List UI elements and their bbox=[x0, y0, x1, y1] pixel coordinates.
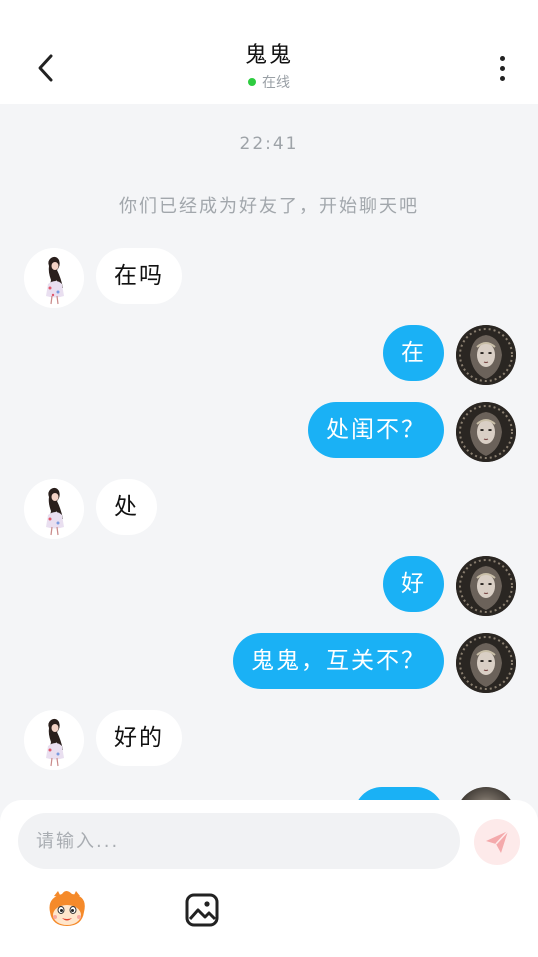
message-bubble-received[interactable]: 在吗 bbox=[96, 248, 182, 304]
message-bubble-sent[interactable]: 鬼鬼，互关不？ bbox=[233, 633, 444, 689]
message-row-received: 处 bbox=[0, 479, 538, 539]
chat-title-area: 鬼鬼 在线 bbox=[0, 42, 538, 92]
dark-avatar-icon bbox=[456, 556, 516, 616]
girl-avatar-icon bbox=[24, 248, 84, 308]
message-row-sent: 鬼鬼，互关不？ bbox=[0, 633, 538, 693]
message-row-received: 好的 bbox=[0, 710, 538, 770]
girl-avatar[interactable] bbox=[24, 479, 84, 539]
more-dot-icon bbox=[499, 75, 505, 81]
chat-header: 鬼鬼 在线 bbox=[0, 0, 538, 104]
message-row-received: 在吗 bbox=[0, 248, 538, 308]
girl-avatar-icon bbox=[24, 479, 84, 539]
contact-name: 鬼鬼 bbox=[244, 43, 293, 68]
message-row-sent: 好 bbox=[0, 556, 538, 616]
message-bubble-received[interactable]: 好的 bbox=[96, 710, 182, 766]
girl-avatar[interactable] bbox=[24, 710, 84, 770]
time-separator: 22:41 bbox=[239, 134, 299, 154]
online-status-label: 在线 bbox=[262, 75, 290, 91]
dark-avatar[interactable] bbox=[456, 325, 516, 385]
girl-avatar[interactable] bbox=[24, 248, 84, 308]
composer-panel bbox=[0, 800, 538, 957]
send-button[interactable] bbox=[474, 819, 520, 865]
girl-avatar-icon bbox=[24, 710, 84, 770]
dark-avatar[interactable] bbox=[456, 402, 516, 462]
emoji-icon bbox=[49, 891, 85, 926]
more-dot-icon bbox=[499, 65, 505, 71]
emoji-button[interactable] bbox=[44, 890, 90, 930]
system-message: 你们已经成为好友了，开始聊天吧 bbox=[119, 196, 419, 217]
dark-avatar[interactable] bbox=[456, 556, 516, 616]
image-icon bbox=[185, 893, 219, 927]
more-options-button[interactable] bbox=[484, 50, 520, 86]
send-icon bbox=[486, 830, 509, 853]
more-dot-icon bbox=[499, 55, 505, 61]
online-status: 在线 bbox=[248, 72, 290, 92]
message-bubble-sent[interactable]: 处闺不？ bbox=[308, 402, 444, 458]
dark-avatar-icon bbox=[456, 325, 516, 385]
message-bubble-received[interactable]: 处 bbox=[96, 479, 157, 535]
dark-avatar-icon bbox=[456, 402, 516, 462]
message-row-sent: 处闺不？ bbox=[0, 402, 538, 462]
dark-avatar-icon bbox=[456, 633, 516, 693]
image-button[interactable] bbox=[184, 892, 220, 928]
chat-screen: 鬼鬼 在线 22:41 你们已经成为好友了，开始聊天吧 在吗 在 处闺不？ 处 … bbox=[0, 0, 538, 957]
message-row-sent: 在 bbox=[0, 325, 538, 385]
message-bubble-sent[interactable]: 在 bbox=[383, 325, 444, 381]
message-input[interactable] bbox=[18, 813, 460, 869]
dark-avatar[interactable] bbox=[456, 633, 516, 693]
online-dot-icon bbox=[248, 78, 256, 86]
message-bubble-sent[interactable]: 好 bbox=[383, 556, 444, 612]
